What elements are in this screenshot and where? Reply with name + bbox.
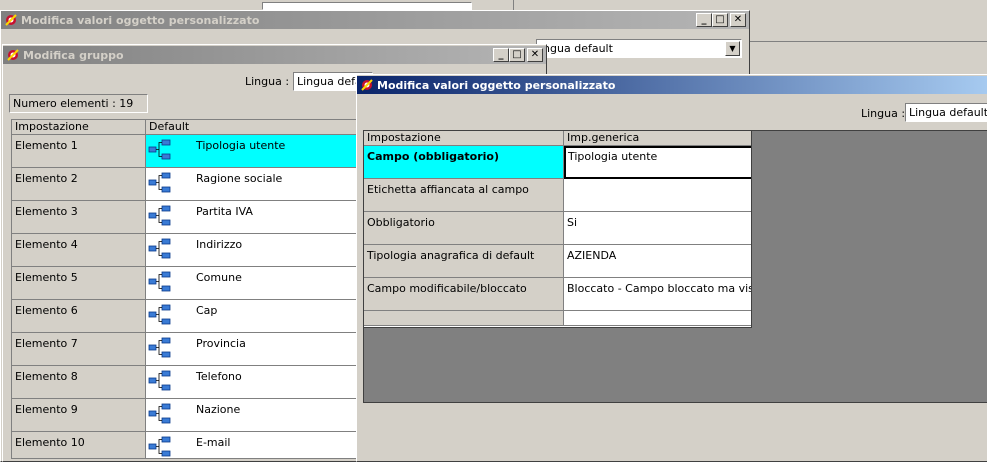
setting-row-value[interactable]: Si xyxy=(564,212,751,245)
tree-structure-icon xyxy=(148,171,172,198)
table-row-label[interactable]: Elemento 6 xyxy=(12,300,146,333)
background-right-area xyxy=(750,10,987,76)
column-header-impostazione[interactable]: Impostazione xyxy=(12,120,146,135)
background-titlebar: Modifica valori oggetto personalizzato _… xyxy=(1,11,749,29)
maximize-button[interactable]: □ xyxy=(712,13,728,27)
background-right-line xyxy=(750,41,987,42)
column-header-default[interactable]: Default xyxy=(146,120,360,135)
close-button[interactable]: ✕ xyxy=(730,13,746,27)
table-row-value[interactable]: Nazione xyxy=(146,399,360,432)
row-value-text: Indirizzo xyxy=(196,238,243,251)
gruppo-lingua-label: Lingua : xyxy=(245,75,290,88)
table-row-label[interactable]: Elemento 9 xyxy=(12,399,146,432)
app-icon xyxy=(6,48,20,62)
row-value-text: Cap xyxy=(196,304,218,317)
row-value-text: E-mail xyxy=(196,436,231,449)
setting-value-input[interactable]: Tipologia utente xyxy=(564,146,751,179)
oggetto-lingua-value: Lingua default xyxy=(909,106,987,119)
setting-row-value[interactable]: Bloccato - Campo bloccato ma visibile xyxy=(564,278,751,311)
background-lingua-value: ingua default xyxy=(540,42,613,55)
setting-row-label[interactable]: Campo modificabile/bloccato xyxy=(364,278,564,311)
chevron-down-icon: ▼ xyxy=(729,44,736,53)
table-row-label[interactable]: Elemento 2 xyxy=(12,168,146,201)
oggetto-titlebar: Modifica valori oggetto personalizzato xyxy=(357,76,987,94)
table-row-label[interactable]: Elemento 3 xyxy=(12,201,146,234)
row-value-text: Nazione xyxy=(196,403,241,416)
setting-row-label[interactable]: Obbligatorio xyxy=(364,212,564,245)
tree-structure-icon xyxy=(148,204,172,231)
setting-row-label[interactable]: Etichetta affiancata al campo xyxy=(364,179,564,212)
table-row-value[interactable]: Partita IVA xyxy=(146,201,360,234)
background-window-controls: _ □ ✕ xyxy=(696,13,746,27)
gruppo-window-controls: _ □ ✕ xyxy=(493,48,543,62)
setting-row-value[interactable]: AZIENDA xyxy=(564,245,751,278)
minimize-button[interactable]: _ xyxy=(696,13,712,27)
combo-dropdown-button[interactable]: ▼ xyxy=(725,41,740,56)
minimize-icon: _ xyxy=(498,49,504,60)
close-button[interactable]: ✕ xyxy=(527,48,543,62)
table-row-value[interactable]: Comune xyxy=(146,267,360,300)
table-row-label[interactable]: Elemento 4 xyxy=(12,234,146,267)
row-value-text: Partita IVA xyxy=(196,205,253,218)
row-value-text: Provincia xyxy=(196,337,246,350)
oggetto-lingua-combo[interactable]: Lingua default xyxy=(905,103,987,122)
tree-structure-icon xyxy=(148,435,172,458)
setting-row-value[interactable] xyxy=(564,311,751,326)
count-text: Numero elementi : 19 xyxy=(13,97,134,110)
table-row-label[interactable]: Elemento 10 xyxy=(12,432,146,458)
table-row-value[interactable]: E-mail xyxy=(146,432,360,458)
table-row-value[interactable]: Provincia xyxy=(146,333,360,366)
close-icon: ✕ xyxy=(530,49,540,60)
table-row-label[interactable]: Elemento 1 xyxy=(12,135,146,168)
app-icon xyxy=(360,78,374,92)
tree-structure-icon xyxy=(148,402,172,429)
oggetto-grid: Impostazione Imp.generica Campo (obbliga… xyxy=(363,130,752,328)
table-row-label[interactable]: Elemento 7 xyxy=(12,333,146,366)
background-divider xyxy=(513,0,514,10)
table-row-value[interactable]: Tipologia utente xyxy=(146,135,360,168)
column-header-impostazione[interactable]: Impostazione xyxy=(364,131,564,146)
minimize-icon: _ xyxy=(701,14,707,25)
oggetto-window-title: Modifica valori oggetto personalizzato xyxy=(377,78,616,92)
tree-structure-icon xyxy=(148,270,172,297)
maximize-icon: □ xyxy=(715,14,725,25)
tree-structure-icon xyxy=(148,237,172,264)
background-window-title: Modifica valori oggetto personalizzato xyxy=(21,13,260,27)
setting-row-label[interactable]: Campo (obbligatorio) xyxy=(364,146,564,179)
tree-structure-icon xyxy=(148,336,172,363)
row-value-text: Ragione sociale xyxy=(196,172,283,185)
close-icon: ✕ xyxy=(733,14,743,25)
background-top-field xyxy=(262,2,472,10)
column-header-imp-generica[interactable]: Imp.generica xyxy=(564,131,751,146)
gruppo-window-title: Modifica gruppo xyxy=(23,48,124,62)
setting-row-label[interactable]: Tipologia anagrafica di default xyxy=(364,245,564,278)
background-top-strip xyxy=(0,0,987,10)
tree-structure-icon xyxy=(148,369,172,396)
row-value-text: Tipologia utente xyxy=(196,139,286,152)
table-row-value[interactable]: Indirizzo xyxy=(146,234,360,267)
oggetto-window: Modifica valori oggetto personalizzato L… xyxy=(356,74,987,462)
table-row-value[interactable]: Telefono xyxy=(146,366,360,399)
app-icon xyxy=(4,13,18,27)
tree-structure-icon xyxy=(148,303,172,330)
maximize-button[interactable]: □ xyxy=(509,48,525,62)
row-value-text: Telefono xyxy=(196,370,242,383)
count-field: Numero elementi : 19 xyxy=(9,94,148,113)
gruppo-titlebar: Modifica gruppo _ □ ✕ xyxy=(3,46,546,64)
setting-row-value[interactable] xyxy=(564,179,751,212)
maximize-icon: □ xyxy=(512,49,522,60)
table-row-label[interactable]: Elemento 5 xyxy=(12,267,146,300)
minimize-button[interactable]: _ xyxy=(493,48,509,62)
table-row-label[interactable]: Elemento 8 xyxy=(12,366,146,399)
table-row-value[interactable]: Cap xyxy=(146,300,360,333)
table-row-value[interactable]: Ragione sociale xyxy=(146,168,360,201)
background-lingua-combo[interactable]: ingua default ▼ xyxy=(536,39,742,58)
tree-structure-icon xyxy=(148,138,172,165)
row-value-text: Comune xyxy=(196,271,242,284)
oggetto-lingua-label: Lingua : xyxy=(861,107,906,120)
setting-row-label[interactable] xyxy=(364,311,564,326)
gruppo-grid: Impostazione Default Elemento 1 Tipologia… xyxy=(11,119,361,459)
